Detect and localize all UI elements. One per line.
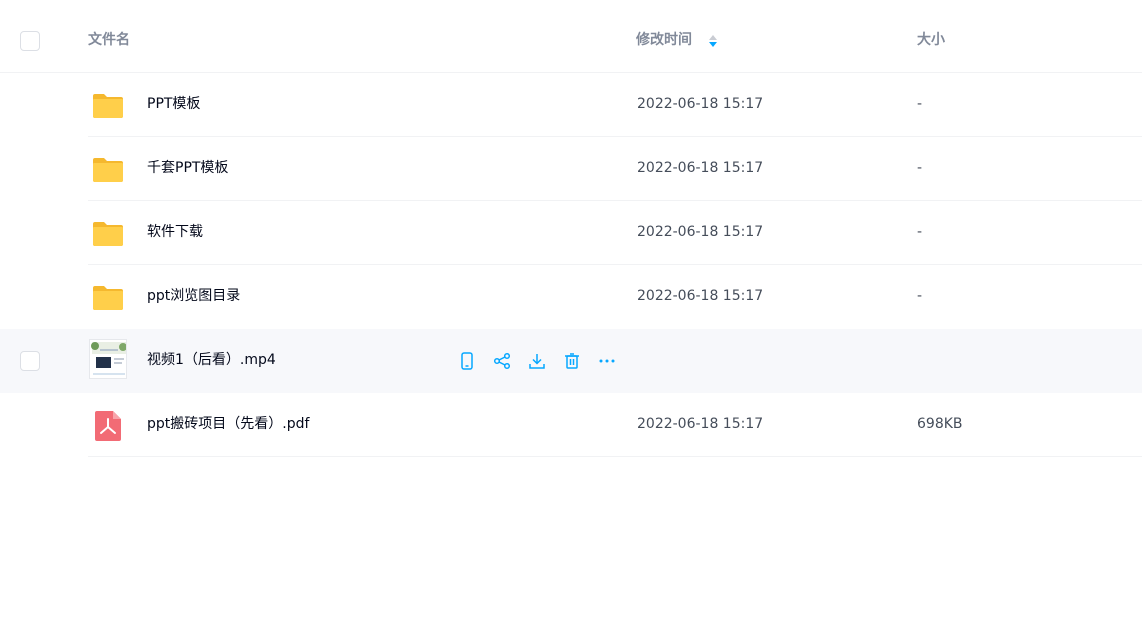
file-name[interactable]: ppt搬砖项目（先看）.pdf [147,415,309,433]
folder-icon [93,158,123,182]
file-size: - [917,96,923,112]
file-name[interactable]: 视频1（后看）.mp4 [147,351,276,369]
column-header-size[interactable]: 大小 [917,32,945,49]
file-name[interactable]: PPT模板 [147,95,200,113]
pdf-icon [95,411,121,441]
file-modified-time: 2022-06-18 15:17 [637,416,764,432]
table-row[interactable]: ppt搬砖项目（先看）.pdf 2022-06-18 15:17 698KB [0,393,1142,457]
phone-icon[interactable] [457,351,477,371]
select-all-checkbox[interactable] [20,31,40,51]
folder-icon [93,286,123,310]
file-name[interactable]: ppt浏览图目录 [147,287,240,305]
table-row-hovered[interactable]: 视频1（后看）.mp4 [0,329,1142,393]
file-modified-time: 2022-06-18 15:17 [637,160,764,176]
share-icon[interactable] [492,351,512,371]
file-size: - [917,224,923,240]
file-modified-time: 2022-06-18 15:17 [637,224,764,240]
folder-icon [93,94,123,118]
file-modified-time: 2022-06-18 15:17 [637,288,764,304]
column-header-name[interactable]: 文件名 [88,32,130,49]
row-checkbox[interactable] [20,351,40,371]
column-header-time[interactable]: 修改时间 [636,32,692,49]
file-size: - [917,288,923,304]
file-modified-time: 2022-06-18 15:17 [637,96,764,112]
row-divider [88,456,1142,457]
video-thumbnail [89,339,127,379]
table-header: 文件名 修改时间 大小 [0,0,1142,73]
file-list-table: 文件名 修改时间 大小 PPT模板 2022-06-18 15:17 - 千套P… [0,0,1142,457]
file-name[interactable]: 软件下载 [147,223,203,241]
folder-icon [93,222,123,246]
file-size: - [917,160,923,176]
more-icon[interactable] [597,351,617,371]
file-name[interactable]: 千套PPT模板 [147,159,228,177]
table-row[interactable]: 软件下载 2022-06-18 15:17 - [0,201,1142,265]
sort-icon[interactable] [707,33,719,49]
row-actions [457,351,617,371]
table-row[interactable]: PPT模板 2022-06-18 15:17 - [0,73,1142,137]
file-size: 698KB [917,416,963,432]
table-row[interactable]: 千套PPT模板 2022-06-18 15:17 - [0,137,1142,201]
table-row[interactable]: ppt浏览图目录 2022-06-18 15:17 - [0,265,1142,329]
download-icon[interactable] [527,351,547,371]
delete-icon[interactable] [562,351,582,371]
